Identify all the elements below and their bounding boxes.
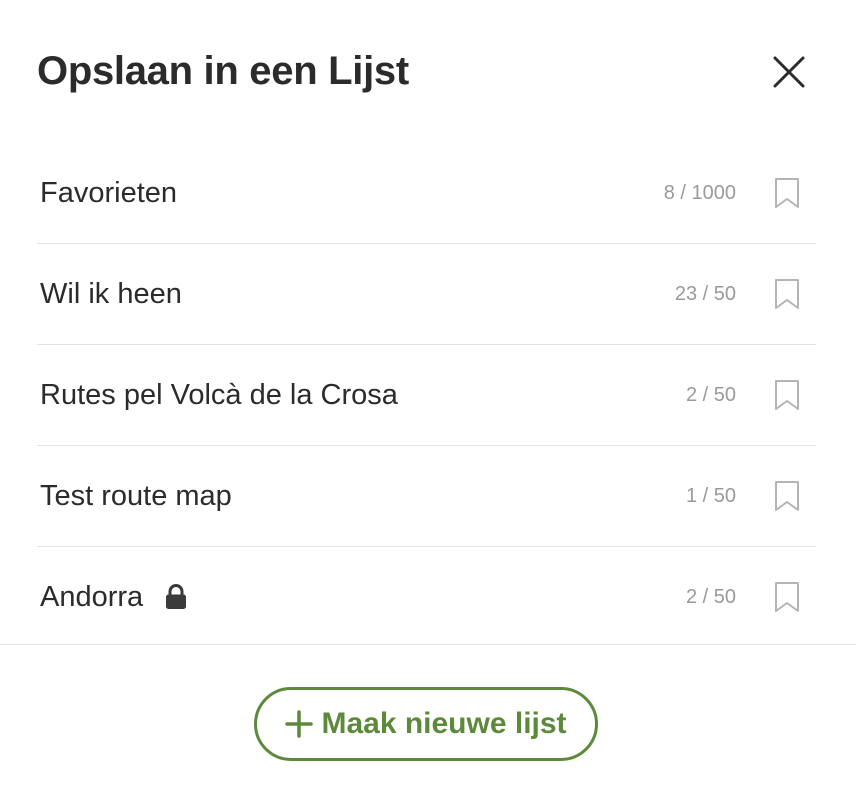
plus-icon <box>285 710 314 738</box>
bookmark-outline-icon <box>772 480 802 512</box>
create-new-list-label: Maak nieuwe lijst <box>321 707 567 740</box>
list-item-count: 23 / 50 <box>674 282 736 305</box>
bookmark-button[interactable] <box>772 581 802 613</box>
list-item-name: Test route map <box>40 480 232 512</box>
list-item-name: Wil ik heen <box>40 278 182 310</box>
dialog-footer: Maak nieuwe lijst <box>0 644 856 792</box>
list-item-favorieten[interactable]: Favorieten 8 / 1000 <box>37 143 816 244</box>
dialog-title: Opslaan in een Lijst <box>37 49 409 93</box>
save-to-list-dialog: Opslaan in een Lijst Favorieten 8 / 1000 <box>0 0 856 792</box>
list-item-test-route-map[interactable]: Test route map 1 / 50 <box>37 446 816 547</box>
lists-container: Favorieten 8 / 1000 Wil ik heen 23 / 50 <box>37 143 816 647</box>
bookmark-outline-icon <box>772 581 802 613</box>
create-new-list-button[interactable]: Maak nieuwe lijst <box>254 687 598 761</box>
bookmark-button[interactable] <box>772 177 802 209</box>
list-item-name: Andorra <box>40 581 144 613</box>
list-item-count: 8 / 1000 <box>663 181 736 204</box>
list-item-name: Rutes pel Volcà de la Crosa <box>40 379 398 411</box>
list-item-rutes-pel-volca[interactable]: Rutes pel Volcà de la Crosa 2 / 50 <box>37 345 816 446</box>
list-item-count: 1 / 50 <box>685 484 736 507</box>
bookmark-button[interactable] <box>772 278 802 310</box>
list-item-name: Favorieten <box>40 177 178 209</box>
lock-icon <box>165 584 187 610</box>
list-item-count: 2 / 50 <box>685 383 736 406</box>
close-button[interactable] <box>765 48 813 96</box>
bookmark-button[interactable] <box>772 480 802 512</box>
bookmark-outline-icon <box>772 177 802 209</box>
list-item-wil-ik-heen[interactable]: Wil ik heen 23 / 50 <box>37 244 816 345</box>
dialog-header: Opslaan in een Lijst <box>0 0 856 140</box>
bookmark-outline-icon <box>772 379 802 411</box>
bookmark-outline-icon <box>772 278 802 310</box>
bookmark-button[interactable] <box>772 379 802 411</box>
list-item-count: 2 / 50 <box>685 585 736 608</box>
close-icon <box>765 48 813 96</box>
list-item-andorra[interactable]: Andorra 2 / 50 <box>37 547 816 647</box>
